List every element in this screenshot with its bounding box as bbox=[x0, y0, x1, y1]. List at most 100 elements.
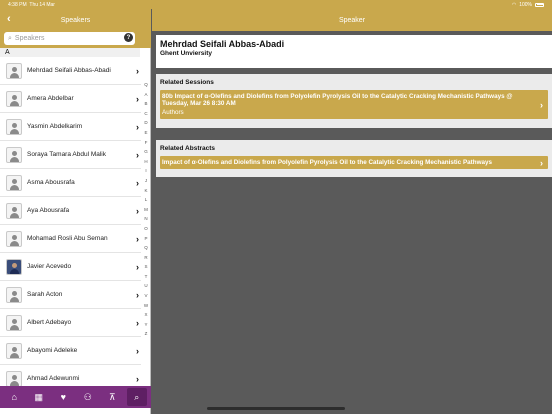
index-letter[interactable]: B bbox=[142, 99, 150, 109]
speaker-detail: Mehrdad Seifali Abbas-Abadi Ghent Unvier… bbox=[152, 31, 552, 414]
help-icon[interactable]: ? bbox=[124, 33, 133, 42]
index-letter[interactable]: L bbox=[142, 195, 150, 205]
speaker-name: Javier Acevedo bbox=[27, 263, 72, 270]
sitemap-icon[interactable]: ⊼ bbox=[102, 388, 122, 406]
speaker-row[interactable]: Mohamad Rosli Abu Seman › bbox=[0, 225, 141, 253]
speaker-row[interactable]: Aya Abousrafa › bbox=[0, 197, 141, 225]
speakers-panel: ‹ Speakers ⌕ Speakers ? A Mehrdad Seifal… bbox=[0, 0, 151, 414]
person-icon bbox=[8, 262, 20, 274]
back-chevron-icon[interactable]: ‹ bbox=[7, 13, 11, 25]
index-letter[interactable]: E bbox=[142, 128, 150, 138]
chevron-right-icon: › bbox=[136, 317, 139, 328]
index-letter[interactable]: Y bbox=[142, 320, 150, 330]
heart-icon[interactable]: ♥ bbox=[53, 388, 73, 406]
chevron-right-icon: › bbox=[136, 149, 139, 160]
index-letter[interactable]: U bbox=[142, 281, 150, 291]
index-letter[interactable]: S bbox=[142, 262, 150, 272]
index-letter[interactable]: H bbox=[142, 157, 150, 167]
section-header: A bbox=[0, 48, 140, 57]
speaker-row[interactable]: Sarah Acton › bbox=[0, 281, 141, 309]
speaker-name: Aya Abousrafa bbox=[27, 207, 70, 214]
search-placeholder: Speakers bbox=[14, 35, 45, 42]
speakers-title: Speakers bbox=[60, 16, 91, 24]
search-input[interactable]: ⌕ Speakers bbox=[4, 32, 135, 45]
home-indicator bbox=[207, 407, 345, 410]
battery-icon bbox=[535, 2, 544, 7]
abstract-item[interactable]: Impact of α-Olefins and Diolefins from P… bbox=[160, 156, 548, 169]
person-icon bbox=[8, 206, 20, 218]
index-letter[interactable]: O bbox=[142, 224, 150, 234]
index-letter[interactable]: T bbox=[142, 272, 150, 282]
index-letter[interactable]: Q bbox=[142, 243, 150, 253]
index-letter[interactable]: V bbox=[142, 291, 150, 301]
related-abstracts-heading: Related Abstracts bbox=[160, 145, 216, 152]
avatar bbox=[6, 118, 22, 135]
chevron-right-icon: › bbox=[136, 373, 139, 384]
chevron-right-icon: › bbox=[136, 65, 139, 76]
battery-label: 100% bbox=[519, 1, 532, 8]
person-icon bbox=[8, 150, 20, 162]
index-letter[interactable]: F bbox=[142, 138, 150, 148]
session-item[interactable]: 80b Impact of α-Olefins and Diolefins fr… bbox=[160, 90, 548, 119]
index-letter[interactable]: P bbox=[142, 234, 150, 244]
speaker-row[interactable]: Mehrdad Seifali Abbas-Abadi › bbox=[0, 57, 141, 85]
tab-bar: ⌂ ▦ ♥ ⚇ ⊼ ⌕ bbox=[0, 386, 151, 408]
related-sessions-heading: Related Sessions bbox=[160, 79, 214, 86]
speaker-name: Abayomi Adeleke bbox=[27, 347, 78, 354]
speaker-row[interactable]: Abayomi Adeleke › bbox=[0, 337, 141, 365]
calendar-icon[interactable]: ▦ bbox=[29, 388, 49, 406]
avatar bbox=[6, 258, 22, 275]
chevron-right-icon: › bbox=[136, 233, 139, 244]
index-letter[interactable]: X bbox=[142, 310, 150, 320]
speaker-name: Amera Abdelbar bbox=[27, 95, 74, 102]
home-icon[interactable]: ⌂ bbox=[4, 388, 24, 406]
avatar bbox=[6, 342, 22, 359]
index-letter[interactable]: C bbox=[142, 109, 150, 119]
people-icon[interactable]: ⚇ bbox=[78, 388, 98, 406]
person-icon bbox=[8, 178, 20, 190]
avatar bbox=[6, 202, 22, 219]
index-letter[interactable]: I bbox=[142, 166, 150, 176]
speaker-row[interactable]: Soraya Tamara Abdul Malik › bbox=[0, 141, 141, 169]
speaker-row[interactable]: Amera Abdelbar › bbox=[0, 85, 141, 113]
avatar bbox=[6, 174, 22, 191]
avatar bbox=[6, 314, 22, 331]
speaker-row[interactable]: Asma Abousrafa › bbox=[0, 169, 141, 197]
speaker-row[interactable]: Yasmin Abdelkarim › bbox=[0, 113, 141, 141]
index-letter[interactable]: N bbox=[142, 214, 150, 224]
alphabet-index[interactable]: QABCDEFGHIJKLMNOPQRSTUVWXYZ bbox=[142, 80, 150, 339]
index-letter[interactable]: G bbox=[142, 147, 150, 157]
index-letter[interactable]: M bbox=[142, 205, 150, 215]
session-role: Authors bbox=[162, 109, 184, 116]
avatar bbox=[6, 146, 22, 163]
speaker-name: Albert Adebayo bbox=[27, 319, 72, 326]
chevron-right-icon: › bbox=[136, 121, 139, 132]
speaker-row[interactable]: Javier Acevedo › bbox=[0, 253, 141, 281]
speaker-name: Mohamad Rosli Abu Seman bbox=[27, 235, 108, 242]
speaker-name: Asma Abousrafa bbox=[27, 179, 75, 186]
speaker-navbar: Speaker bbox=[152, 9, 552, 31]
index-letter[interactable]: R bbox=[142, 253, 150, 263]
index-letter[interactable]: Q bbox=[142, 80, 150, 90]
chevron-right-icon: › bbox=[540, 157, 543, 168]
speaker-name: Mehrdad Seifali Abbas-Abadi bbox=[160, 39, 285, 49]
index-letter[interactable]: Z bbox=[142, 329, 150, 339]
index-letter[interactable]: D bbox=[142, 118, 150, 128]
person-icon bbox=[8, 66, 20, 78]
speaker-row[interactable]: Albert Adebayo › bbox=[0, 309, 141, 337]
speaker-row[interactable]: Ahmad Adewunmi › bbox=[0, 365, 141, 387]
avatar bbox=[6, 370, 22, 387]
index-letter[interactable]: W bbox=[142, 301, 150, 311]
index-letter[interactable]: A bbox=[142, 90, 150, 100]
search-icon[interactable]: ⌕ bbox=[126, 388, 147, 406]
chevron-right-icon: › bbox=[136, 205, 139, 216]
related-sessions-card: Related Sessions 80b Impact of α-Olefins… bbox=[156, 74, 552, 128]
speaker-list: Mehrdad Seifali Abbas-Abadi › Amera Abdelb… bbox=[0, 57, 141, 387]
person-icon bbox=[8, 94, 20, 106]
speaker-title: Speaker bbox=[338, 16, 366, 24]
index-letter[interactable]: J bbox=[142, 176, 150, 186]
index-letter[interactable]: K bbox=[142, 186, 150, 196]
chevron-right-icon: › bbox=[136, 289, 139, 300]
chevron-right-icon: › bbox=[136, 93, 139, 104]
person-icon bbox=[8, 318, 20, 330]
